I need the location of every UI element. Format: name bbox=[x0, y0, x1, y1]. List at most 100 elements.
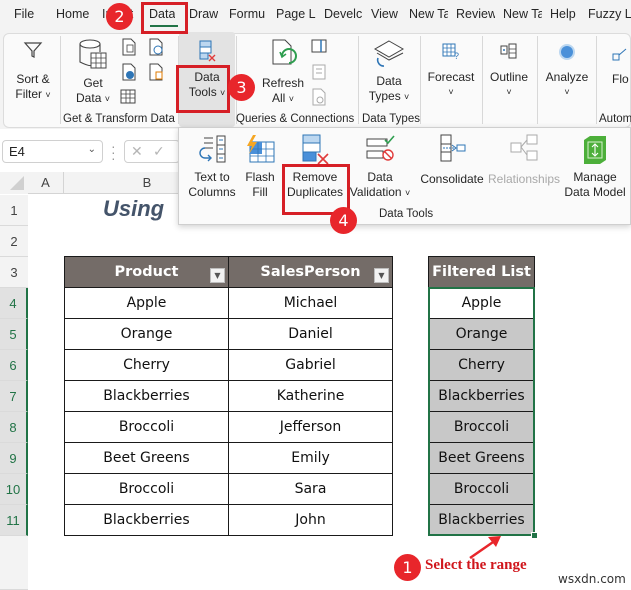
refresh-all-button[interactable]: Refresh All ˅ bbox=[260, 38, 306, 107]
tab-help[interactable]: Help bbox=[550, 7, 576, 25]
tab-developer[interactable]: Develc bbox=[324, 7, 364, 25]
from-text-csv-icon[interactable] bbox=[121, 38, 137, 56]
list-item: Orange bbox=[428, 318, 535, 350]
flow-button[interactable]: Flo bbox=[612, 48, 631, 87]
row-header-10[interactable]: 10 bbox=[0, 474, 28, 505]
tab-file[interactable]: File bbox=[14, 7, 34, 25]
cancel-icon[interactable]: ✕ bbox=[131, 143, 143, 160]
data-validation-button[interactable]: Data Validation ˅ bbox=[349, 134, 411, 201]
refresh-all-label-2: All bbox=[272, 91, 286, 105]
cell-filtered[interactable]: Broccoli bbox=[428, 473, 535, 505]
tab-draw[interactable]: Draw bbox=[189, 7, 218, 25]
data-validation-label-2: Validation bbox=[349, 185, 402, 199]
cell-filtered[interactable]: Apple bbox=[428, 287, 535, 319]
row-header-8[interactable]: 8 bbox=[0, 412, 28, 443]
enter-icon[interactable]: ✓ bbox=[153, 143, 165, 160]
from-table-icon[interactable] bbox=[120, 88, 136, 106]
column-header-a[interactable]: A bbox=[28, 172, 64, 194]
cell-salesperson[interactable]: Emily bbox=[228, 442, 393, 474]
row-header-2[interactable]: 2 bbox=[0, 226, 28, 257]
forecast-button[interactable]: ? Forecast ˅ bbox=[424, 42, 478, 100]
header-product: Product ▼ bbox=[64, 256, 229, 288]
row-header-11[interactable]: 11 bbox=[0, 505, 28, 536]
chevron-down-icon[interactable]: ⌄ bbox=[88, 144, 96, 155]
formula-bar-grip-icon[interactable]: · · · bbox=[111, 139, 116, 165]
cell-salesperson[interactable]: Jefferson bbox=[228, 411, 393, 443]
row-header-6[interactable]: 6 bbox=[0, 350, 28, 381]
data-tools-flyout: Text to Columns Flash Fill Remove Duplic… bbox=[178, 127, 631, 225]
existing-connections-icon[interactable] bbox=[148, 63, 164, 81]
flash-fill-button[interactable]: Flash Fill bbox=[241, 134, 279, 200]
row-header-1[interactable]: 1 bbox=[0, 195, 28, 226]
from-web-icon[interactable] bbox=[121, 63, 137, 81]
get-data-label-2: Data bbox=[76, 91, 102, 105]
tab-formulas[interactable]: Formu bbox=[229, 7, 268, 25]
cell-salesperson[interactable]: John bbox=[228, 504, 393, 536]
consolidate-button[interactable]: Consolidate bbox=[417, 134, 487, 187]
tab-new-tab-2[interactable]: New Ta bbox=[503, 7, 542, 25]
cell-product[interactable]: Blackberries bbox=[64, 504, 229, 536]
row-header-9[interactable]: 9 bbox=[0, 443, 28, 474]
row-header-7[interactable]: 7 bbox=[0, 381, 28, 412]
tab-home[interactable]: Home bbox=[56, 7, 89, 25]
cell-salesperson[interactable]: Sara bbox=[228, 473, 393, 505]
tab-review[interactable]: Review bbox=[456, 7, 495, 25]
fill-handle[interactable] bbox=[531, 532, 538, 539]
analyze-button[interactable]: Analyze ˅ bbox=[541, 42, 593, 100]
cell-filtered[interactable]: Beet Greens bbox=[428, 442, 535, 474]
row-header-4[interactable]: 4 bbox=[0, 288, 28, 319]
tab-view[interactable]: View bbox=[371, 7, 398, 25]
sort-filter-label-2: Filter bbox=[15, 87, 43, 101]
ribbon-tab-bar: File Home Insert Data Draw Formu Page L … bbox=[0, 0, 631, 31]
cell-filtered[interactable]: Cherry bbox=[428, 349, 535, 381]
manage-data-model-button[interactable]: Manage Data Model bbox=[561, 134, 629, 200]
filter-dropdown-icon[interactable]: ▼ bbox=[210, 268, 225, 283]
data-types-button[interactable]: Data Types ˅ bbox=[364, 38, 414, 105]
sheet-title: Using bbox=[103, 196, 165, 221]
cell-product[interactable]: Orange bbox=[64, 318, 229, 350]
cell-product[interactable]: Blackberries bbox=[64, 380, 229, 412]
table-row: Broccoli Sara bbox=[64, 473, 393, 505]
cell-product[interactable]: Apple bbox=[64, 287, 229, 319]
forecast-icon: ? bbox=[442, 43, 459, 61]
recent-sources-icon[interactable] bbox=[148, 38, 164, 56]
remove-duplicates-icon bbox=[302, 134, 329, 165]
tab-fuzzy-lookup[interactable]: Fuzzy L bbox=[588, 7, 631, 25]
cell-filtered[interactable]: Broccoli bbox=[428, 411, 535, 443]
cell-product[interactable]: Broccoli bbox=[64, 411, 229, 443]
chevron-down-icon: ˅ bbox=[104, 94, 110, 104]
outline-button[interactable]: Outline ˅ bbox=[486, 42, 532, 100]
data-tools-group-label: Data Tools bbox=[379, 208, 434, 220]
cell-filtered[interactable]: Blackberries bbox=[428, 380, 535, 412]
cell-product[interactable]: Broccoli bbox=[64, 473, 229, 505]
cell-salesperson[interactable]: Katherine bbox=[228, 380, 393, 412]
analyze-label: Analyze bbox=[545, 70, 589, 84]
header-filtered-list: Filtered List bbox=[428, 256, 535, 288]
row-header-5[interactable]: 5 bbox=[0, 319, 28, 350]
cell-salesperson[interactable]: Daniel bbox=[228, 318, 393, 350]
tab-new-tab-1[interactable]: New Ta bbox=[409, 7, 448, 25]
cell-filtered[interactable]: Orange bbox=[428, 318, 535, 350]
refresh-all-label-1: Refresh bbox=[261, 76, 305, 90]
table-row: Apple Michael bbox=[64, 287, 393, 319]
tab-page-layout[interactable]: Page L bbox=[276, 7, 316, 25]
text-to-columns-button[interactable]: Text to Columns bbox=[187, 134, 237, 200]
list-item: Blackberries bbox=[428, 380, 535, 412]
queries-connections-icon[interactable] bbox=[311, 38, 327, 56]
select-all-triangle-icon bbox=[10, 176, 24, 190]
table-row: Orange Daniel bbox=[64, 318, 393, 350]
ribbon-divider bbox=[482, 36, 483, 124]
watermark: wsxdn.com bbox=[558, 572, 626, 586]
cell-product[interactable]: Cherry bbox=[64, 349, 229, 381]
cell-salesperson[interactable]: Gabriel bbox=[228, 349, 393, 381]
flash-fill-label-1: Flash bbox=[245, 170, 275, 184]
cell-filtered[interactable]: Blackberries bbox=[428, 504, 535, 536]
filter-dropdown-icon[interactable]: ▼ bbox=[374, 268, 389, 283]
get-data-button[interactable]: Get Data ˅ bbox=[70, 38, 116, 107]
cell-salesperson[interactable]: Michael bbox=[228, 287, 393, 319]
sort-filter-button[interactable]: Sort & Filter ˅ bbox=[10, 40, 56, 103]
list-item: Broccoli bbox=[428, 473, 535, 505]
row-header-3[interactable]: 3 bbox=[0, 257, 28, 288]
cell-product[interactable]: Beet Greens bbox=[64, 442, 229, 474]
name-box[interactable]: E4 ⌄ bbox=[2, 140, 103, 163]
